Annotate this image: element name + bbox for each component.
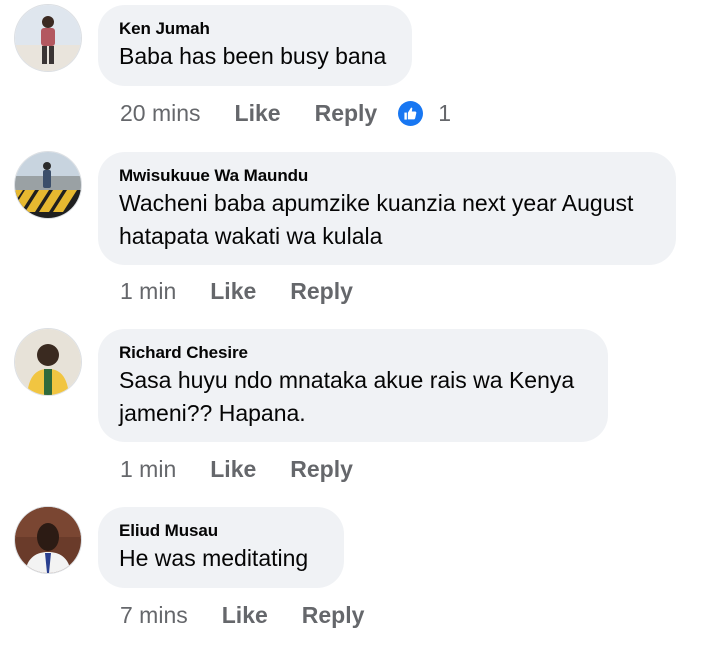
comment-text: He was meditating [119,545,309,571]
like-button[interactable]: Like [222,602,268,629]
comment-bubble: Eliud Musau He was meditating [98,507,344,588]
reply-button[interactable]: Reply [302,602,365,629]
comment-text: Baba has been busy bana [119,43,387,69]
comment-bubble: Mwisukuue Wa Maundu Wacheni baba apumzik… [98,152,676,265]
reply-button[interactable]: Reply [315,100,378,127]
comment-actions: 7 mins Like Reply [120,600,364,630]
comment-actions: 1 min Like Reply [120,276,353,306]
avatar[interactable] [15,5,81,71]
avatar[interactable] [15,152,81,218]
comment-author[interactable]: Eliud Musau [119,521,322,541]
like-button[interactable]: Like [210,456,256,483]
comment-text: Sasa huyu ndo mnataka akue rais wa Kenya… [119,367,575,426]
comment-timestamp[interactable]: 1 min [120,456,176,483]
reply-button[interactable]: Reply [290,278,353,305]
comment-author[interactable]: Richard Chesire [119,343,586,363]
like-button[interactable]: Like [210,278,256,305]
comment-timestamp[interactable]: 20 mins [120,100,201,127]
reaction-count: 1 [438,99,452,126]
comment-timestamp[interactable]: 7 mins [120,602,188,629]
comment-actions: 1 min Like Reply [120,454,353,484]
reaction-summary[interactable]: 1 [398,100,451,127]
like-reaction-icon [398,100,424,126]
reply-button[interactable]: Reply [290,456,353,483]
avatar[interactable] [15,507,81,573]
comment-text: Wacheni baba apumzike kuanzia next year … [119,190,634,249]
comment-timestamp[interactable]: 1 min [120,278,176,305]
comment-author[interactable]: Ken Jumah [119,19,390,39]
comment-bubble: Ken Jumah Baba has been busy bana [98,5,412,86]
comment-bubble: Richard Chesire Sasa huyu ndo mnataka ak… [98,329,608,442]
comment-actions: 20 mins Like Reply 1 [120,98,451,128]
avatar[interactable] [15,329,81,395]
comment-author[interactable]: Mwisukuue Wa Maundu [119,166,654,186]
like-button[interactable]: Like [235,100,281,127]
